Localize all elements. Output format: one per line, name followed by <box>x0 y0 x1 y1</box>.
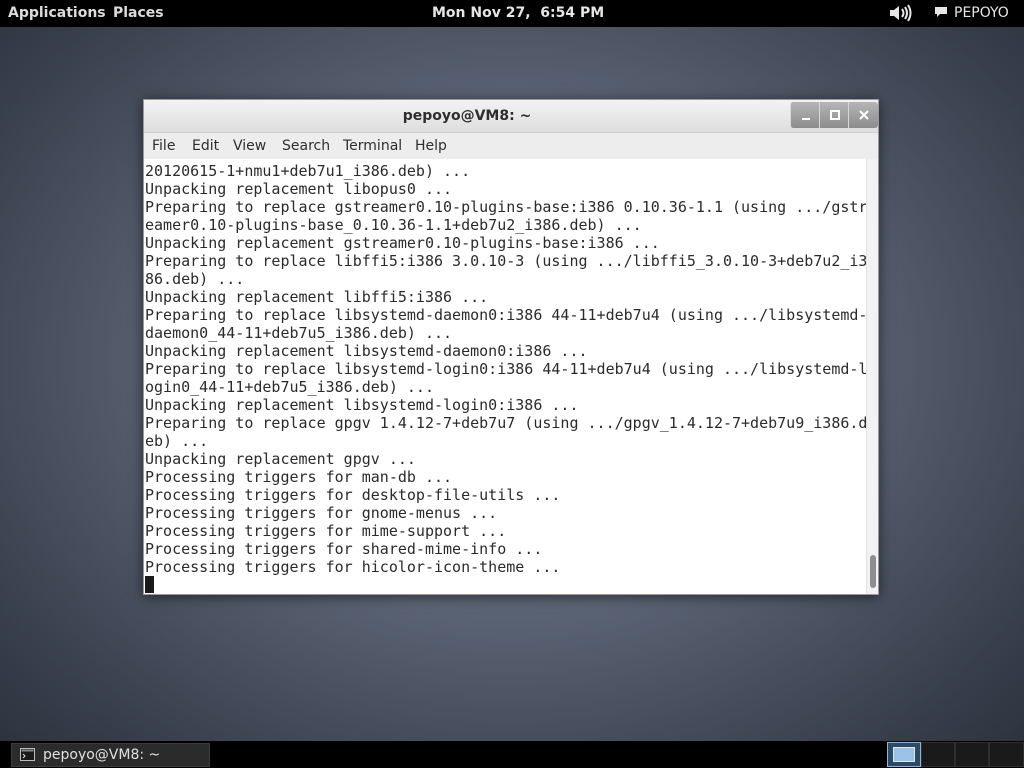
terminal-line: Processing triggers for gnome-menus ... <box>145 504 498 522</box>
terminal-line: Unpacking replacement libsystemd-daemon0… <box>145 342 588 360</box>
applications-menu[interactable]: Applications <box>8 5 106 21</box>
terminal-line: ogin0_44-11+deb7u5_i386.deb) ... <box>145 378 434 396</box>
terminal-line: Preparing to replace gstreamer0.10-plugi… <box>145 198 866 216</box>
maximize-icon <box>830 110 840 120</box>
terminal-line: Unpacking replacement gpgv ... <box>145 450 416 468</box>
close-button[interactable] <box>848 102 878 128</box>
places-menu[interactable]: Places <box>113 5 164 21</box>
clock[interactable]: Mon Nov 27, 6:54 PM <box>432 5 604 21</box>
terminal-line: Preparing to replace libsystemd-login0:i… <box>145 360 866 378</box>
window-titlebar[interactable]: pepoyo@VM8: ~ <box>144 100 878 133</box>
terminal-line: Unpacking replacement libffi5:i386 ... <box>145 288 489 306</box>
text-cursor <box>145 576 154 593</box>
scrollbar-thumb[interactable] <box>870 555 876 588</box>
terminal-line: Unpacking replacement gstreamer0.10-plug… <box>145 234 660 252</box>
menu-view[interactable]: View <box>233 138 266 154</box>
top-panel: Applications Places Mon Nov 27, 6:54 PM … <box>0 0 1024 27</box>
menu-terminal[interactable]: Terminal <box>343 138 402 154</box>
menu-search[interactable]: Search <box>282 138 330 154</box>
menu-edit[interactable]: Edit <box>192 138 219 154</box>
maximize-button[interactable] <box>819 102 849 128</box>
menubar: File Edit View Search Terminal Help <box>144 133 878 159</box>
terminal-window: pepoyo@VM8: ~ File Edit View Search Term… <box>143 99 879 595</box>
menu-file[interactable]: File <box>152 138 175 154</box>
terminal-line: 86.deb) ... <box>145 270 245 288</box>
terminal-line: eamer0.10-plugins-base_0.10.36-1.1+deb7u… <box>145 216 642 234</box>
bottom-panel: pepoyo@VM8: ~ <box>0 741 1024 768</box>
terminal-line: Processing triggers for man-db ... <box>145 468 453 486</box>
terminal-line: Unpacking replacement libopus0 ... <box>145 180 453 198</box>
terminal-line: Processing triggers for mime-support ... <box>145 522 507 540</box>
menu-help[interactable]: Help <box>415 138 447 154</box>
window-title: pepoyo@VM8: ~ <box>402 108 532 124</box>
user-menu[interactable]: PEPOYO <box>934 5 1009 21</box>
workspace-2[interactable] <box>921 742 955 767</box>
volume-icon[interactable] <box>888 3 914 23</box>
workspace-4[interactable] <box>989 742 1024 767</box>
terminal-line: Processing triggers for hicolor-icon-the… <box>145 558 561 576</box>
terminal-line: Preparing to replace gpgv 1.4.12-7+deb7u… <box>145 414 866 432</box>
workspace-window-thumbnail <box>893 747 915 762</box>
close-icon <box>859 110 869 120</box>
terminal-icon <box>20 748 35 761</box>
workspace-1[interactable] <box>887 742 921 767</box>
minimize-button[interactable] <box>790 102 820 128</box>
terminal-line: eb) ... <box>145 432 209 450</box>
taskbar-window-button[interactable]: pepoyo@VM8: ~ <box>11 743 210 767</box>
terminal-line: Preparing to replace libffi5:i386 3.0.10… <box>145 252 866 270</box>
terminal-line: Processing triggers for desktop-file-uti… <box>145 486 561 504</box>
taskbar-window-label: pepoyo@VM8: ~ <box>43 747 161 763</box>
terminal-line: daemon0_44-11+deb7u5_i386.deb) ... <box>145 324 453 342</box>
terminal-line: 20120615-1+nmu1+deb7u1_i386.deb) ... <box>145 162 471 180</box>
minimize-icon <box>802 118 810 120</box>
terminal-line: Processing triggers for shared-mime-info… <box>145 540 543 558</box>
terminal-scrollbar[interactable] <box>866 159 878 594</box>
terminal-line: Unpacking replacement libsystemd-login0:… <box>145 396 579 414</box>
terminal-output[interactable]: 20120615-1+nmu1+deb7u1_i386.deb) ... Unp… <box>144 159 866 594</box>
chat-icon <box>935 6 947 17</box>
user-name: PEPOYO <box>954 5 1009 21</box>
workspace-3[interactable] <box>955 742 989 767</box>
terminal-text: 20120615-1+nmu1+deb7u1_i386.deb) ... Unp… <box>145 162 866 594</box>
terminal-line: Preparing to replace libsystemd-daemon0:… <box>145 306 866 324</box>
